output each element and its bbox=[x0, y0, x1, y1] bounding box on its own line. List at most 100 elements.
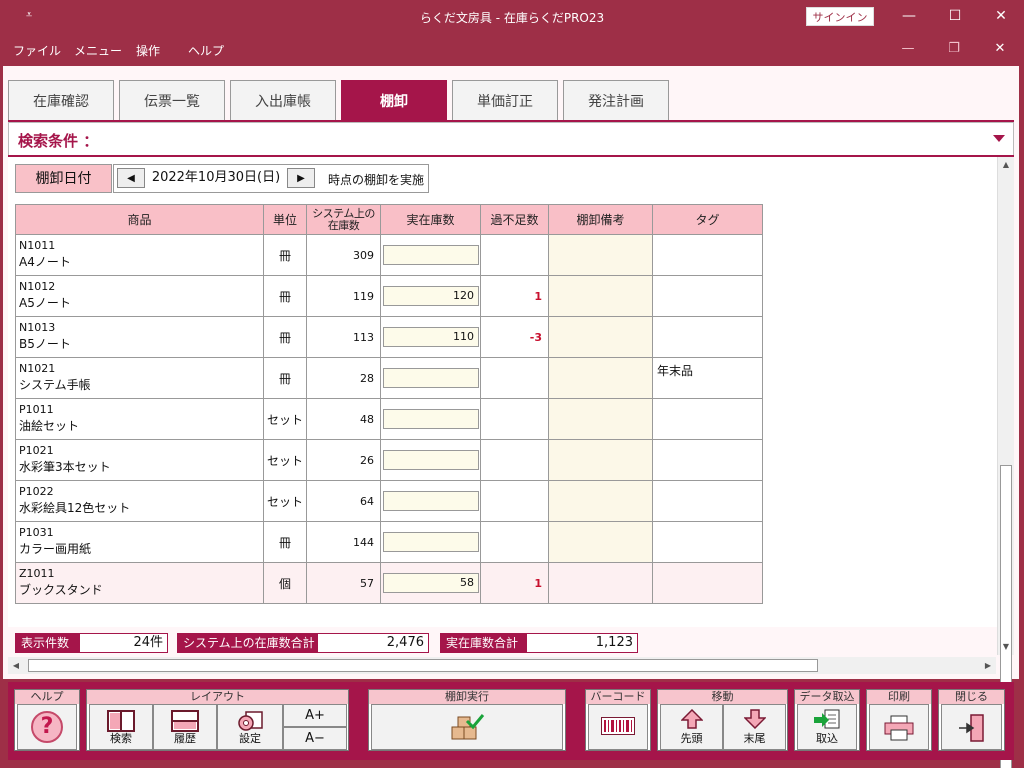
signin-button[interactable]: サインイン bbox=[806, 7, 874, 26]
product-cell[interactable]: P1031 カラー画用紙 bbox=[15, 521, 264, 563]
next-date-button[interactable]: ▶ bbox=[287, 168, 315, 188]
product-cell[interactable]: P1021 水彩筆3本セット bbox=[15, 439, 264, 481]
layout-group: レイアウト 検索 履歴 設定 A+ A− bbox=[86, 689, 349, 751]
prev-date-button[interactable]: ◀ bbox=[117, 168, 145, 188]
horizontal-scrollbar[interactable]: ◀ ▶ bbox=[8, 657, 996, 674]
search-conditions-bar[interactable]: 検索条件 ： bbox=[8, 122, 1014, 156]
table-row[interactable]: P1021 水彩筆3本セット セット 26 bbox=[15, 439, 763, 481]
table-row[interactable]: N1011 A4ノート 冊 309 bbox=[15, 234, 763, 276]
inner-minimize-icon[interactable]: — bbox=[890, 38, 926, 60]
menu-menu[interactable]: メニュー bbox=[74, 42, 122, 59]
actual-qty-input[interactable] bbox=[383, 368, 479, 388]
tag-cell[interactable] bbox=[652, 398, 763, 440]
vertical-scrollbar[interactable]: ▲ ▼ bbox=[997, 157, 1014, 768]
scroll-right-icon[interactable]: ▶ bbox=[980, 657, 996, 674]
actual-qty-cell bbox=[380, 521, 481, 563]
col-header-actual-qty[interactable]: 実在庫数 bbox=[380, 204, 481, 235]
system-total-label: システム上の在庫数合計 bbox=[177, 633, 317, 653]
tab-in-out-ledger[interactable]: 入出庫帳 bbox=[230, 80, 336, 121]
table-row[interactable]: Z1011 ブックスタンド 個 57 58 1 bbox=[15, 562, 763, 604]
col-header-product[interactable]: 商品 bbox=[15, 204, 264, 235]
memo-cell[interactable] bbox=[548, 521, 653, 563]
execute-inventory-button[interactable] bbox=[371, 704, 563, 750]
product-cell[interactable]: N1011 A4ノート bbox=[15, 234, 264, 276]
menu-operation[interactable]: 操作 bbox=[136, 42, 160, 59]
move-last-button[interactable]: 末尾 bbox=[723, 704, 786, 750]
actual-qty-input[interactable] bbox=[383, 450, 479, 470]
actual-qty-input[interactable]: 58 bbox=[383, 573, 479, 593]
layout-history-button[interactable]: 履歴 bbox=[153, 704, 217, 750]
tag-cell[interactable]: 年末品 bbox=[652, 357, 763, 399]
menu-help[interactable]: ヘルプ bbox=[188, 42, 224, 59]
memo-cell[interactable] bbox=[548, 357, 653, 399]
actual-qty-input[interactable] bbox=[383, 491, 479, 511]
memo-cell[interactable] bbox=[548, 439, 653, 481]
product-cell[interactable]: P1011 油絵セット bbox=[15, 398, 264, 440]
col-header-diff[interactable]: 過不足数 bbox=[480, 204, 549, 235]
barcode-button[interactable] bbox=[588, 704, 648, 750]
horizontal-scroll-thumb[interactable] bbox=[28, 659, 818, 672]
product-name: カラー画用紙 bbox=[19, 542, 92, 556]
quick-access-icon[interactable]: ⩡ bbox=[26, 6, 40, 24]
tag-cell[interactable] bbox=[652, 562, 763, 604]
product-cell[interactable]: N1013 B5ノート bbox=[15, 316, 264, 358]
col-header-memo[interactable]: 棚卸備考 bbox=[548, 204, 653, 235]
tag-cell[interactable] bbox=[652, 234, 763, 276]
memo-cell[interactable] bbox=[548, 275, 653, 317]
col-header-unit[interactable]: 単位 bbox=[263, 204, 307, 235]
tab-price-correction[interactable]: 単価訂正 bbox=[452, 80, 558, 121]
layout-search-button[interactable]: 検索 bbox=[89, 704, 153, 750]
inner-close-icon[interactable]: ✕ bbox=[982, 38, 1018, 60]
tab-slip-list[interactable]: 伝票一覧 bbox=[119, 80, 225, 121]
memo-cell[interactable] bbox=[548, 562, 653, 604]
table-row[interactable]: N1013 B5ノート 冊 113 110 -3 bbox=[15, 316, 763, 358]
scroll-down-icon[interactable]: ▼ bbox=[998, 639, 1014, 655]
table-row[interactable]: P1031 カラー画用紙 冊 144 bbox=[15, 521, 763, 563]
tag-cell[interactable] bbox=[652, 521, 763, 563]
tab-order-plan[interactable]: 発注計画 bbox=[563, 80, 669, 121]
product-cell[interactable]: P1022 水彩絵具12色セット bbox=[15, 480, 264, 522]
actual-qty-input[interactable] bbox=[383, 532, 479, 552]
actual-qty-input[interactable] bbox=[383, 245, 479, 265]
move-first-button[interactable]: 先頭 bbox=[660, 704, 723, 750]
table-row[interactable]: N1012 A5ノート 冊 119 120 1 bbox=[15, 275, 763, 317]
table-row[interactable]: P1011 油絵セット セット 48 bbox=[15, 398, 763, 440]
menu-file[interactable]: ファイル bbox=[13, 42, 61, 59]
close-screen-button[interactable] bbox=[941, 704, 1002, 750]
inner-restore-icon[interactable]: ❐ bbox=[936, 38, 972, 60]
diff-cell bbox=[480, 480, 549, 522]
table-row[interactable]: N1021 システム手帳 冊 28 年末品 bbox=[15, 357, 763, 399]
actual-qty-input[interactable]: 110 bbox=[383, 327, 479, 347]
print-button[interactable] bbox=[869, 704, 929, 750]
memo-cell[interactable] bbox=[548, 480, 653, 522]
date-value[interactable]: 2022年10月30日(日) bbox=[146, 168, 286, 188]
help-button[interactable]: ? bbox=[17, 704, 77, 750]
layout-settings-button[interactable]: 設定 bbox=[217, 704, 283, 750]
product-cell[interactable]: Z1011 ブックスタンド bbox=[15, 562, 264, 604]
minimize-icon[interactable]: — bbox=[886, 0, 932, 32]
scroll-up-icon[interactable]: ▲ bbox=[998, 157, 1014, 173]
memo-cell[interactable] bbox=[548, 398, 653, 440]
actual-qty-input[interactable] bbox=[383, 409, 479, 429]
memo-cell[interactable] bbox=[548, 234, 653, 276]
col-header-tag[interactable]: タグ bbox=[652, 204, 763, 235]
tag-cell[interactable] bbox=[652, 275, 763, 317]
product-cell[interactable]: N1012 A5ノート bbox=[15, 275, 264, 317]
col-header-system-qty[interactable]: システム上の在庫数 bbox=[306, 204, 381, 235]
maximize-icon[interactable]: ☐ bbox=[932, 0, 978, 32]
close-icon[interactable]: ✕ bbox=[978, 0, 1024, 32]
import-button[interactable]: 取込 bbox=[797, 704, 857, 750]
actual-qty-input[interactable]: 120 bbox=[383, 286, 479, 306]
font-increase-button[interactable]: A+ bbox=[283, 704, 347, 727]
tag-cell[interactable] bbox=[652, 316, 763, 358]
tab-stock-check[interactable]: 在庫確認 bbox=[8, 80, 114, 121]
product-cell[interactable]: N1021 システム手帳 bbox=[15, 357, 264, 399]
chevron-down-icon[interactable] bbox=[993, 135, 1005, 142]
table-row[interactable]: P1022 水彩絵具12色セット セット 64 bbox=[15, 480, 763, 522]
tag-cell[interactable] bbox=[652, 480, 763, 522]
tab-inventory[interactable]: 棚卸 bbox=[341, 80, 447, 121]
font-decrease-button[interactable]: A− bbox=[283, 727, 347, 750]
tag-cell[interactable] bbox=[652, 439, 763, 481]
memo-cell[interactable] bbox=[548, 316, 653, 358]
scroll-left-icon[interactable]: ◀ bbox=[8, 657, 24, 674]
